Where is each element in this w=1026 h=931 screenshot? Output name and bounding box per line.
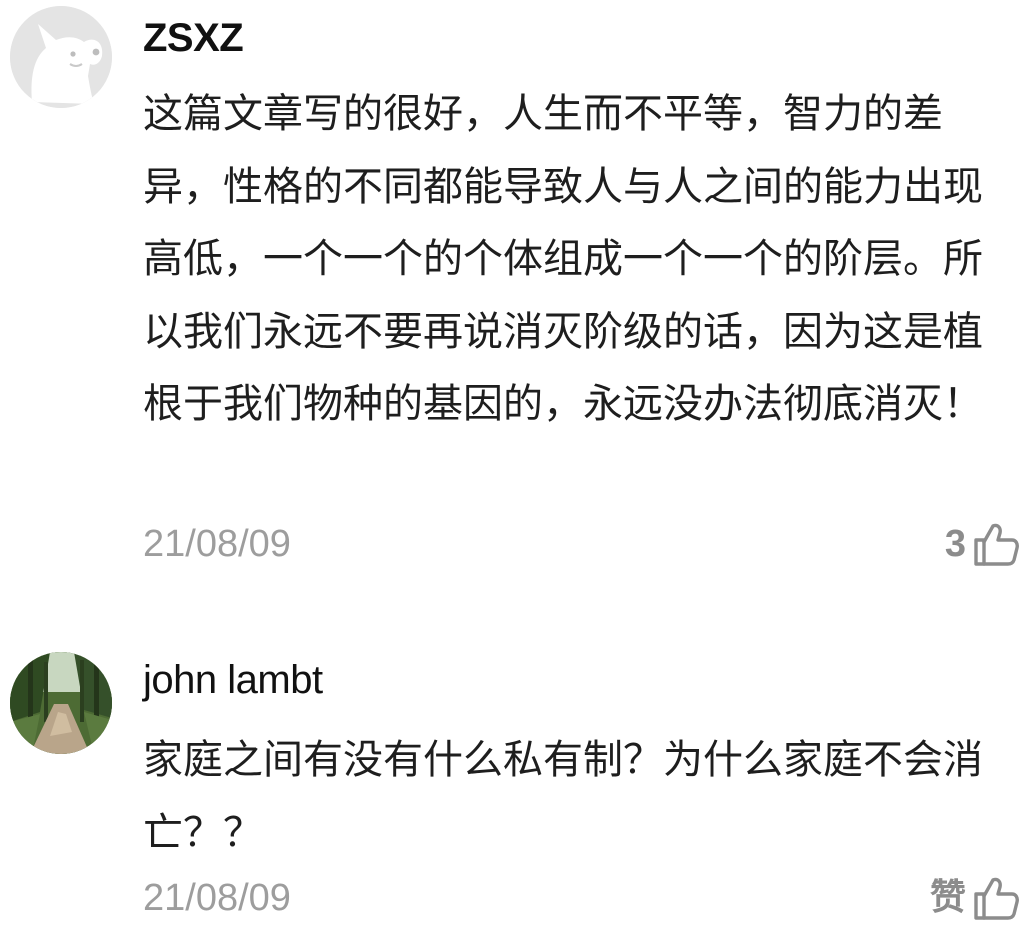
user-avatar[interactable] bbox=[10, 6, 112, 108]
comment-date: 21/08/09 bbox=[143, 523, 291, 565]
comment-text: 这篇文章写的很好，人生而不平等，智力的差异，性格的不同都能导致人与人之间的能力出… bbox=[143, 91, 983, 427]
comment-item: john lambt 家庭之间有没有什么私有制？为什么家庭不会消亡？？ 21/0… bbox=[0, 648, 1026, 931]
like-count: 3 bbox=[944, 523, 966, 565]
comment-item: ZSXZ 这篇文章写的很好，人生而不平等，智力的差异，性格的不同都能导致人与人之… bbox=[0, 0, 1026, 600]
thumbs-up-icon[interactable] bbox=[972, 874, 1020, 922]
forest-path-photo-avatar bbox=[10, 652, 112, 754]
user-avatar[interactable] bbox=[10, 652, 112, 754]
default-dog-avatar-icon bbox=[10, 6, 112, 108]
like-button[interactable]: 赞 bbox=[930, 874, 1020, 922]
comment-text: 家庭之间有没有什么私有制？为什么家庭不会消亡？？ bbox=[143, 737, 983, 856]
comment-username[interactable]: john lambt bbox=[143, 656, 323, 704]
like-label: 赞 bbox=[929, 877, 966, 918]
comment-username[interactable]: ZSXZ bbox=[143, 14, 244, 62]
thumbs-up-icon[interactable] bbox=[972, 520, 1020, 568]
comment-date: 21/08/09 bbox=[143, 877, 291, 919]
like-button[interactable]: 3 bbox=[945, 520, 1020, 568]
